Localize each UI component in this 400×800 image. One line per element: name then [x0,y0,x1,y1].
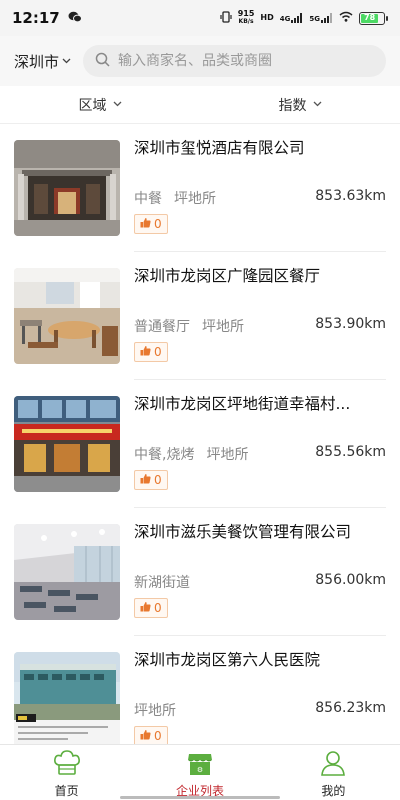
list-item[interactable]: 深圳市龙岗区第六人民医院 坪地所 856.23km 0 [14,636,400,744]
hotel-entrance-photo [14,140,120,236]
list-item[interactable]: 深圳市滋乐美餐饮管理有限公司 新湖街道 856.00km 0 [14,508,400,636]
distance: 856.00km [315,572,386,588]
business-tags: 中餐 坪地所 [134,188,216,208]
tab-profile-label: 我的 [321,784,346,798]
business-name: 深圳市玺悦酒店有限公司 [134,139,305,157]
status-icons: 915 KB/s HD 4G 5G 78 [220,10,388,26]
net-speed: 915 KB/s [238,10,255,26]
like-count: 0 [154,217,162,231]
business-name: 深圳市龙岗区第六人民医院 [134,651,321,669]
bottom-tab-bar: 首页 ⚙ 企业列表 我的 [0,744,400,800]
list-item[interactable]: 深圳市龙岗区广隆园区餐厅 普通餐厅 坪地所 853.90km 0 [14,252,400,380]
battery-level: 78 [361,13,379,23]
chef-hat-icon [53,750,81,779]
chevron-down-icon [313,100,322,110]
business-tags: 新湖街道 [134,572,190,592]
vibrate-icon [220,10,232,26]
search-icon [95,52,110,71]
chevron-down-icon [113,100,122,110]
thumbs-up-icon [140,601,151,615]
home-indicator[interactable] [120,796,280,799]
filter-index-label: 指数 [278,97,307,114]
like-badge[interactable]: 0 [134,214,168,234]
tag: 坪地所 [206,447,249,463]
chevron-down-icon [62,56,71,67]
svg-text:⚙: ⚙ [197,766,203,774]
net-type-2: 5G [309,15,320,23]
distance: 853.63km [315,188,386,204]
signal-icon-1: 4G [280,13,304,23]
distance: 855.56km [315,444,386,460]
person-icon [319,750,347,779]
signal-icon-2: 5G [309,13,333,23]
distance: 853.90km [315,316,386,332]
city-selector[interactable]: 深圳市 [14,51,71,72]
filter-bar: 区域 指数 [0,86,400,124]
tag: 普通餐厅 [134,319,190,335]
distance: 856.23km [315,700,386,716]
wechat-icon [68,11,82,26]
like-badge[interactable]: 0 [134,598,168,618]
hd-indicator: HD [260,13,274,22]
like-badge[interactable]: 0 [134,470,168,490]
thumbs-up-icon [140,473,151,487]
list-item[interactable]: 深圳市龙岗区坪地街道幸福村... 中餐,烧烤 坪地所 855.56km 0 [14,380,400,508]
business-name: 深圳市滋乐美餐饮管理有限公司 [134,523,352,541]
hospital-building-photo [14,652,120,744]
store-icon: ⚙ [186,750,214,779]
filter-area[interactable]: 区域 [0,86,200,123]
business-list: 深圳市玺悦酒店有限公司 中餐 坪地所 853.63km 0 深圳市龙岗区广隆园区… [0,124,400,744]
status-bar: 12:17 915 KB/s HD 4G 5G 78 [0,0,400,36]
tag: 坪地所 [202,319,244,335]
filter-index[interactable]: 指数 [200,86,400,123]
search-input[interactable] [118,53,374,69]
status-time: 12:17 [12,9,60,27]
business-tags: 中餐,烧烤 坪地所 [134,444,248,464]
like-count: 0 [154,345,162,359]
like-badge[interactable]: 0 [134,726,168,744]
like-count: 0 [154,473,162,487]
tab-home[interactable]: 首页 [0,745,133,800]
net-speed-unit: KB/s [238,18,254,25]
business-tags: 普通餐厅 坪地所 [134,316,244,336]
battery-icon: 78 [359,11,388,25]
net-type-1: 4G [279,15,291,23]
wifi-icon [339,11,353,25]
tag: 坪地所 [174,191,216,207]
tag: 中餐 [134,191,162,207]
tag: 中餐,烧烤 [134,447,195,463]
restaurant-storefront-photo [14,396,120,492]
canteen-tables-photo [14,268,120,364]
net-speed-value: 915 [237,9,255,18]
like-count: 0 [154,601,162,615]
tab-profile[interactable]: 我的 [267,745,400,800]
list-item[interactable]: 深圳市玺悦酒店有限公司 中餐 坪地所 853.63km 0 [14,124,400,252]
tab-business-list[interactable]: ⚙ 企业列表 [133,745,266,800]
filter-area-label: 区域 [78,97,107,114]
like-count: 0 [154,729,162,743]
business-name: 深圳市龙岗区坪地街道幸福村... [134,395,351,413]
tag: 坪地所 [134,703,176,719]
thumbs-up-icon [140,729,151,743]
business-name: 深圳市龙岗区广隆园区餐厅 [134,267,321,285]
dining-hall-photo [14,524,120,620]
search-header: 深圳市 [0,36,400,86]
tag: 新湖街道 [134,575,190,591]
search-box[interactable] [83,45,386,77]
thumbs-up-icon [140,345,151,359]
tab-home-label: 首页 [54,784,79,798]
city-label: 深圳市 [14,52,60,71]
like-badge[interactable]: 0 [134,342,168,362]
thumbs-up-icon [140,217,151,231]
app-screen: 12:17 915 KB/s HD 4G 5G 78 深圳市 输入商家名、品类或… [0,0,400,800]
business-tags: 坪地所 [134,700,176,720]
